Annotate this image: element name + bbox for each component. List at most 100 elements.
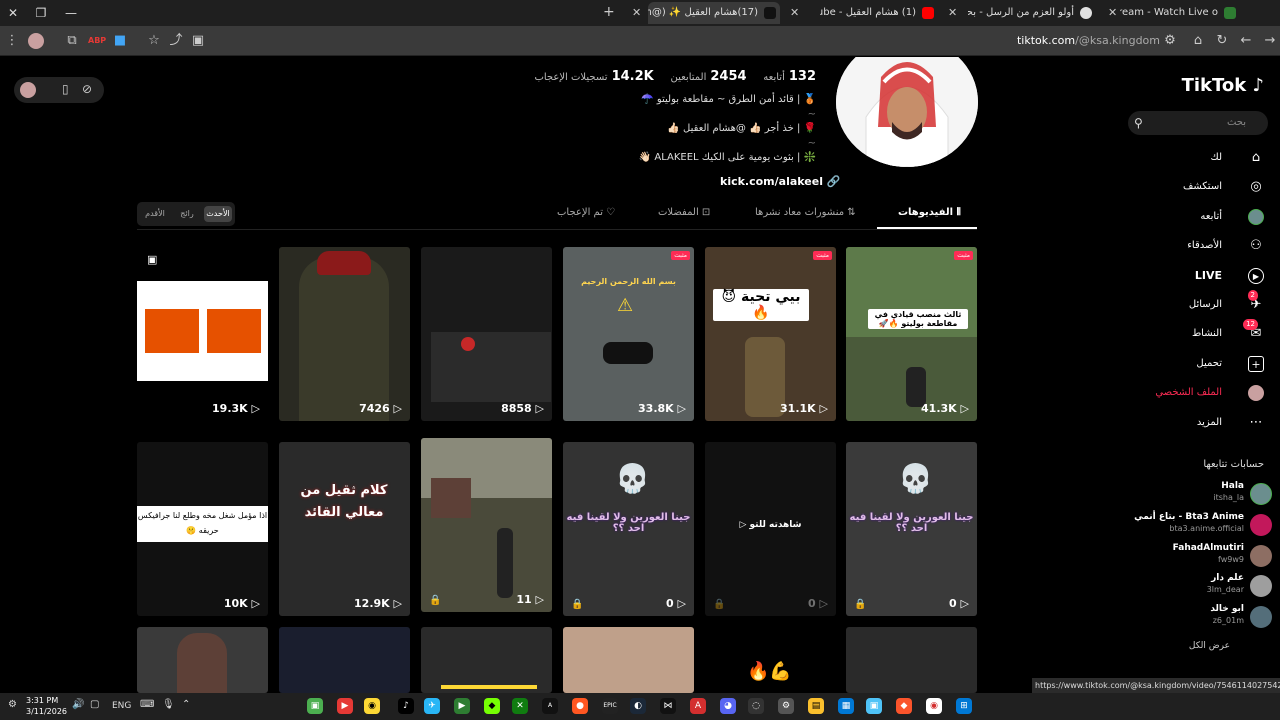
nav-live[interactable]: ▶ LIVE <box>1134 263 1264 289</box>
minimize-window-icon[interactable]: — <box>62 4 80 22</box>
video-card[interactable]: 7426 ▷ <box>279 247 410 421</box>
windows-start-icon[interactable]: ⊞ <box>956 698 972 714</box>
following-account[interactable]: FahadAlmutiri fw9w9 <box>1126 543 1276 569</box>
file-explorer-icon[interactable]: ▤ <box>808 698 824 714</box>
forward-icon[interactable]: → <box>1262 33 1278 49</box>
nav-profile[interactable]: الملف الشخصي <box>1134 380 1264 406</box>
close-tab-icon[interactable]: ✕ <box>632 6 641 19</box>
extensions-icon[interactable]: ⧉ <box>64 33 80 49</box>
tab-favorites[interactable]: ⊡ المفضلات <box>658 207 710 218</box>
app-icon[interactable]: ▣ <box>866 698 882 714</box>
browser-tab-youtube[interactable]: (1) هشام العقيل - YouTube <box>820 2 938 24</box>
profile-avatar[interactable] <box>836 57 978 167</box>
video-card[interactable] <box>279 627 410 693</box>
tiktok-logo[interactable]: ♪ TikTok <box>1182 75 1264 96</box>
sort-popular[interactable]: رائج <box>173 206 201 222</box>
video-card[interactable]: 8858 ▷ <box>421 247 552 421</box>
chevron-up-icon[interactable]: ⌃ <box>182 699 190 710</box>
see-all-link[interactable]: عرض الكل <box>1189 641 1230 651</box>
profile-avatar-icon[interactable] <box>28 33 44 49</box>
volume-icon[interactable]: 🔊 <box>72 699 84 710</box>
network-icon[interactable]: ▢ <box>90 699 99 710</box>
nav-activity[interactable]: ✉ 12 النشاط <box>1134 319 1264 347</box>
following-stat[interactable]: 132أتابعه <box>763 69 820 84</box>
nav-explore[interactable]: ◎ استكشف <box>1134 174 1264 200</box>
video-card[interactable] <box>846 627 977 693</box>
site-settings-icon[interactable]: ⚙ <box>1162 33 1178 49</box>
following-account[interactable]: Bta3 Anime - بتاع أنمي bta3.anime.offici… <box>1126 512 1276 538</box>
nav-more[interactable]: ⋯ المزيد <box>1134 410 1264 436</box>
search-input[interactable]: بحث ⚲ <box>1128 111 1268 135</box>
address-bar[interactable]: tiktok.com/@ksa.kingdom <box>1000 32 1160 50</box>
video-card[interactable]: 💀 جينا العورين ولا لقينا فيه احد ؟؟ 🔒 0 … <box>846 442 977 616</box>
video-card[interactable]: شاهدته للتو ▷ 🔒 0 ▷ <box>705 442 836 616</box>
youtube-app-icon[interactable]: ▶ <box>337 698 353 714</box>
settings-app-icon[interactable]: ⚙ <box>778 698 794 714</box>
following-account[interactable]: ابو خالد z6_01m <box>1126 604 1276 630</box>
steam-icon[interactable]: ◐ <box>630 698 646 714</box>
app-icon[interactable]: ◌ <box>748 698 764 714</box>
close-tab-icon[interactable]: ✕ <box>1108 6 1117 19</box>
nav-friends[interactable]: ⚇ الأصدقاء <box>1134 233 1264 259</box>
following-account[interactable]: Hala itsha_la <box>1126 481 1276 507</box>
epic-games-icon[interactable]: EPIC <box>602 698 618 714</box>
tab-liked[interactable]: ♡ تم الإعجاب <box>557 207 615 218</box>
video-card[interactable] <box>137 627 268 693</box>
app-icon[interactable]: A <box>690 698 706 714</box>
app-icon[interactable]: ▣ <box>307 698 323 714</box>
video-card[interactable]: ▣ 19.3K ▷ <box>137 247 268 421</box>
browser-tab-kick[interactable]: ALAKEEL Stream - Watch Live o <box>1120 2 1240 24</box>
restore-window-icon[interactable]: ❐ <box>32 4 50 22</box>
nav-following[interactable]: أتابعه <box>1134 204 1264 230</box>
avatar-icon[interactable] <box>20 82 36 98</box>
bookmark-star-icon[interactable]: ☆ <box>146 33 162 49</box>
video-card[interactable]: 🔥💪 <box>705 627 836 693</box>
nav-for-you[interactable]: ⌂ لك <box>1134 145 1264 171</box>
nav-messages[interactable]: ✈ 2 الرسائل <box>1134 290 1264 318</box>
browser-tab-google[interactable]: أولو العزم من الرسل - بحث Google <box>968 2 1096 24</box>
extension-icon[interactable]: ■ <box>112 33 128 49</box>
following-account[interactable]: علم دار 3lm_dear <box>1126 573 1276 599</box>
back-icon[interactable]: ← <box>1238 33 1254 49</box>
share-icon[interactable]: ⤴ <box>168 33 184 49</box>
xbox-icon[interactable]: ✕ <box>512 698 528 714</box>
play-icon[interactable]: ▶ <box>454 698 470 714</box>
browser-tab-tiktok[interactable]: ✕ (17)هشام العقيل ✨ (@ksa.kingdom <box>648 2 780 24</box>
video-card[interactable]: مثبت بيي تحية 😈🔥 31.1K ▷ <box>705 247 836 421</box>
app-icon[interactable]: ◉ <box>364 698 380 714</box>
video-card[interactable] <box>563 627 694 693</box>
menu-icon[interactable]: ⋮ <box>4 33 20 49</box>
new-tab-button[interactable]: + <box>603 4 615 20</box>
clock[interactable]: 3:31 PM 3/11/2026 <box>26 695 67 717</box>
nvidia-icon[interactable]: ◆ <box>484 698 500 714</box>
reload-icon[interactable]: ↻ <box>1214 33 1230 49</box>
tiktok-app-icon[interactable]: ♪ <box>398 698 414 714</box>
phone-icon[interactable]: ▯ <box>62 82 69 96</box>
video-card[interactable]: مثبت بسم الله الرحمن الرحيم ⚠ 33.8K ▷ <box>563 247 694 421</box>
language-indicator[interactable]: ENG <box>112 701 131 711</box>
video-card[interactable]: مثبت ثالث منصب قيادي في مقاطعة بوليتو 🔥🚀… <box>846 247 977 421</box>
cast-icon[interactable]: ▣ <box>190 33 206 49</box>
app-icon[interactable]: ● <box>572 698 588 714</box>
mic-icon[interactable]: 🎙 <box>162 699 175 710</box>
app-icon[interactable]: ⋈ <box>660 698 676 714</box>
video-card[interactable]: كلام ثقيل من معالي القائد 12.9K ▷ <box>279 442 410 616</box>
sort-latest[interactable]: الأحدث <box>204 206 232 222</box>
keyboard-icon[interactable]: ⌨ <box>140 699 154 710</box>
home-icon[interactable]: ⌂ <box>1190 33 1206 49</box>
tab-reposts[interactable]: ⇅ منشورات معاد نشرها <box>755 207 856 218</box>
app-icon[interactable]: A <box>542 698 558 714</box>
bio-link[interactable]: kick.com/alakeel 🔗 <box>720 175 841 188</box>
video-card[interactable]: 🔒 11 ▷ <box>421 438 552 612</box>
chrome-icon[interactable]: ◉ <box>926 698 942 714</box>
followers-stat[interactable]: 2454المتابعين <box>670 69 750 84</box>
adblock-icon[interactable]: ABP <box>88 33 106 49</box>
discord-icon[interactable]: ◕ <box>720 698 736 714</box>
store-icon[interactable]: ▦ <box>838 698 854 714</box>
telegram-icon[interactable]: ✈ <box>424 698 440 714</box>
settings-icon[interactable]: ⚙ <box>8 699 17 710</box>
tab-videos[interactable]: ⦀ الفيديوهات <box>898 207 961 218</box>
close-tab-icon[interactable]: ✕ <box>948 6 957 19</box>
compass-icon[interactable]: ⊘ <box>82 82 92 96</box>
close-window-icon[interactable]: ✕ <box>4 4 22 22</box>
